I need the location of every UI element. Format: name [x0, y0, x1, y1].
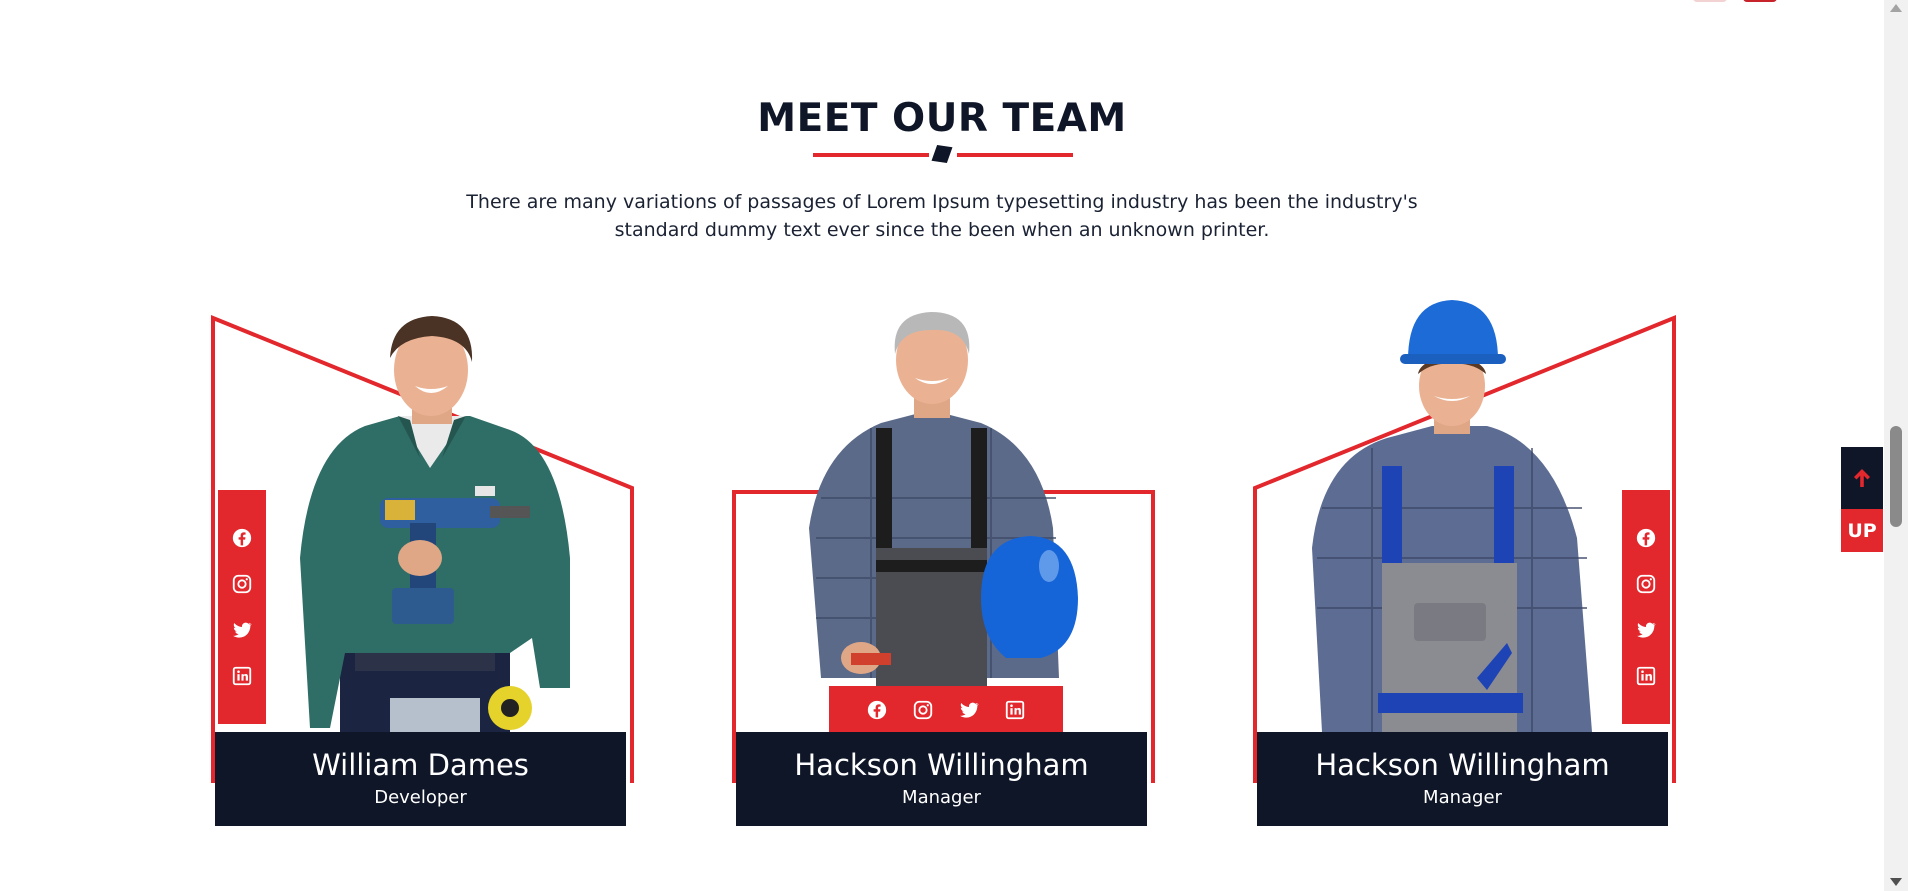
arrow-up-icon[interactable] — [1841, 447, 1883, 509]
team-photo — [300, 316, 570, 732]
linkedin-icon[interactable] — [1002, 697, 1028, 723]
member-info: Hackson Willingham Manager — [736, 732, 1147, 826]
section-title: MEET OUR TEAM — [757, 96, 1127, 141]
linkedin-icon[interactable] — [229, 663, 255, 689]
social-links — [829, 686, 1063, 734]
linkedin-icon[interactable] — [1633, 663, 1659, 689]
member-info: Hackson Willingham Manager — [1257, 732, 1668, 826]
member-name: Hackson Willingham — [794, 748, 1089, 782]
scroll-up-arrow-icon[interactable] — [1890, 4, 1902, 12]
twitter-icon[interactable] — [1633, 617, 1659, 643]
instagram-icon[interactable] — [229, 571, 255, 597]
scroll-down-arrow-icon[interactable] — [1890, 878, 1902, 886]
title-separator — [813, 144, 1073, 166]
team-card-3: Hackson Willingham Manager — [1252, 298, 1682, 828]
vertical-scrollbar[interactable] — [1884, 0, 1908, 891]
team-photo — [809, 312, 1078, 732]
section-intro: There are many variations of passages of… — [466, 191, 1418, 241]
member-name: William Dames — [312, 748, 529, 782]
team-photo — [1312, 300, 1592, 732]
team-card-1: William Dames Developer — [210, 298, 640, 828]
instagram-icon[interactable] — [910, 697, 936, 723]
instagram-icon[interactable] — [1633, 571, 1659, 597]
top-decoration — [1743, 0, 1777, 2]
facebook-icon[interactable] — [229, 525, 255, 551]
twitter-icon[interactable] — [956, 697, 982, 723]
scroll-to-top-button[interactable]: UP — [1841, 447, 1883, 552]
facebook-icon[interactable] — [1633, 525, 1659, 551]
social-links — [218, 490, 266, 724]
member-name: Hackson Willingham — [1315, 748, 1610, 782]
scroll-to-top-label[interactable]: UP — [1841, 509, 1883, 552]
twitter-icon[interactable] — [229, 617, 255, 643]
page: MEET OUR TEAM There are many variations … — [0, 0, 1884, 891]
top-decoration — [1693, 0, 1727, 2]
member-role: Developer — [374, 787, 467, 808]
member-info: William Dames Developer — [215, 732, 626, 826]
member-role: Manager — [902, 787, 981, 808]
scrollbar-thumb[interactable] — [1890, 426, 1902, 527]
member-role: Manager — [1423, 787, 1502, 808]
social-links — [1622, 490, 1670, 724]
team-card-2: Hackson Willingham Manager — [731, 298, 1161, 828]
facebook-icon[interactable] — [864, 697, 890, 723]
